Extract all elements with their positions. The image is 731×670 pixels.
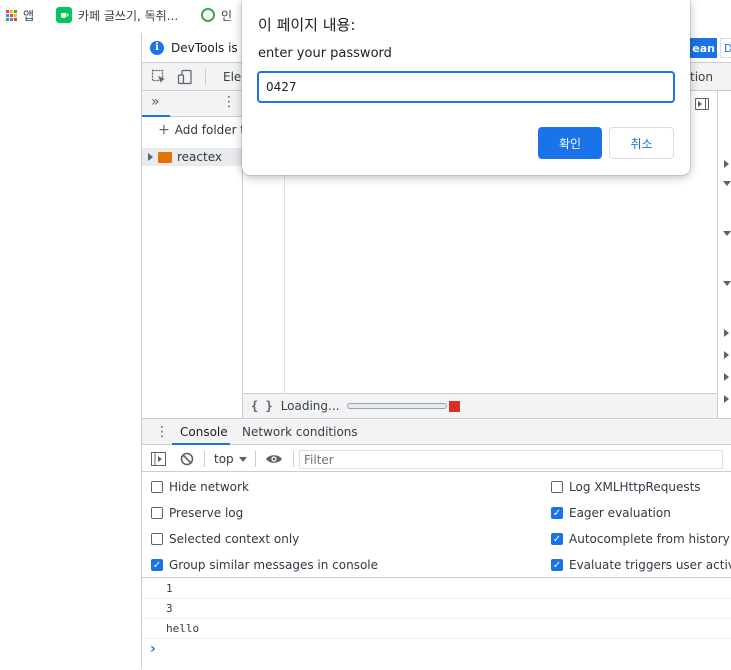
info-icon: i bbox=[150, 40, 164, 55]
folder-row[interactable]: reactex bbox=[142, 148, 242, 166]
checkbox-label: Eager evaluation bbox=[569, 506, 671, 520]
checkbox-box[interactable]: ✓ bbox=[551, 533, 563, 545]
console-message: hello bbox=[142, 619, 731, 639]
toolbar-divider bbox=[293, 451, 294, 467]
chevron-right-icon bbox=[148, 153, 153, 161]
sidebar-chevron-right-icon[interactable] bbox=[724, 351, 729, 359]
checkbox-box[interactable] bbox=[151, 533, 163, 545]
naver-cafe-icon bbox=[56, 7, 72, 23]
ok-button[interactable]: 확인 bbox=[538, 127, 602, 159]
infobar-action-button[interactable]: ean bbox=[687, 38, 717, 58]
dialog-message: enter your password bbox=[258, 46, 392, 61]
checkbox-box[interactable]: ✓ bbox=[151, 559, 163, 571]
console-message: 3 bbox=[142, 599, 731, 619]
console-message: 1 bbox=[142, 579, 731, 599]
sidebar-chevron-down-icon[interactable] bbox=[723, 181, 731, 186]
hide-network-checkbox[interactable]: Hide network bbox=[151, 479, 249, 495]
console-settings: Hide network Preserve log Selected conte… bbox=[142, 472, 731, 578]
stop-icon[interactable] bbox=[449, 400, 461, 412]
infobar-secondary-button[interactable]: D bbox=[720, 38, 731, 58]
dropdown-arrow-icon bbox=[238, 456, 247, 462]
checkbox-label: Selected context only bbox=[169, 532, 300, 546]
tab-network-conditions[interactable]: Network conditions bbox=[242, 419, 358, 445]
prompt-dialog: 이 페이지 내용: enter your password 확인 취소 bbox=[242, 0, 690, 175]
dialog-title: 이 페이지 내용: bbox=[258, 16, 356, 34]
group-similar-checkbox[interactable]: ✓ Group similar messages in console bbox=[151, 557, 378, 573]
eye-icon[interactable] bbox=[265, 453, 283, 465]
tab-console[interactable]: Console bbox=[180, 419, 228, 445]
show-sidebar-icon[interactable] bbox=[151, 452, 166, 466]
checkbox-label: Evaluate triggers user activation bbox=[569, 558, 731, 572]
more-tabs-icon[interactable]: » bbox=[151, 94, 160, 110]
add-folder-button[interactable]: + Add folder to bbox=[158, 123, 252, 137]
console-filter-input[interactable] bbox=[299, 450, 723, 469]
folder-icon bbox=[158, 151, 172, 163]
devtools-drawer: ⋮ Console Network conditions top Filter … bbox=[142, 418, 731, 669]
bookmark-apps[interactable]: 앱 bbox=[6, 5, 34, 25]
editor-statusbar: { } Loading... bbox=[243, 393, 717, 418]
toolbar-divider bbox=[255, 451, 256, 467]
preserve-log-checkbox[interactable]: Preserve log bbox=[151, 505, 243, 521]
cancel-button[interactable]: 취소 bbox=[609, 127, 674, 159]
context-value: top bbox=[214, 452, 234, 466]
folder-name: reactex bbox=[177, 150, 222, 164]
context-selector[interactable]: top bbox=[214, 452, 247, 466]
bookmark-site-icon bbox=[201, 8, 215, 22]
checkbox-label: Log XMLHttpRequests bbox=[569, 480, 701, 494]
drawer-tabbar: ⋮ Console Network conditions bbox=[142, 419, 731, 445]
prompt-chevron-icon: › bbox=[150, 641, 156, 657]
bookmark-item-label: 인 bbox=[221, 8, 233, 23]
log-xhr-checkbox[interactable]: Log XMLHttpRequests bbox=[551, 479, 701, 495]
active-tab-indicator bbox=[172, 443, 230, 445]
clear-console-icon[interactable] bbox=[180, 452, 194, 466]
checkbox-label: Hide network bbox=[169, 480, 249, 494]
sidebar-chevron-down-icon[interactable] bbox=[723, 231, 731, 236]
loading-progress-bar bbox=[347, 403, 448, 409]
debugger-sidebar bbox=[695, 91, 731, 418]
bookmark-apps-label: 앱 bbox=[23, 8, 35, 23]
inspect-element-icon[interactable] bbox=[151, 69, 167, 85]
toolbar-divider bbox=[204, 451, 205, 467]
navigator-tabbar: » ⋮ bbox=[142, 91, 242, 117]
sidebar-toggle-icon[interactable] bbox=[695, 98, 709, 110]
plus-icon: + bbox=[158, 122, 170, 138]
bookmark-cafe[interactable]: 카페 글쓰기, 독취... bbox=[56, 5, 178, 25]
checkbox-box[interactable] bbox=[151, 507, 163, 519]
selected-context-checkbox[interactable]: Selected context only bbox=[151, 531, 299, 547]
eager-evaluation-checkbox[interactable]: ✓ Eager evaluation bbox=[551, 505, 671, 521]
checkbox-box[interactable] bbox=[551, 481, 563, 493]
sidebar-chevron-right-icon[interactable] bbox=[724, 329, 729, 337]
active-tab-indicator bbox=[142, 115, 170, 117]
navigator-menu-icon[interactable]: ⋮ bbox=[222, 94, 236, 110]
add-folder-label: Add folder to bbox=[174, 123, 253, 137]
checkbox-label: Preserve log bbox=[169, 506, 244, 520]
device-toolbar-icon[interactable] bbox=[177, 69, 193, 85]
bookmark-cafe-label: 카페 글쓰기, 독취... bbox=[78, 8, 179, 23]
sources-navigator: » ⋮ + Add folder to reactex bbox=[142, 91, 252, 418]
bookmark-item[interactable]: 인 bbox=[201, 5, 232, 25]
checkbox-label: Autocomplete from history bbox=[569, 532, 730, 546]
sidebar-chevron-right-icon[interactable] bbox=[724, 160, 729, 168]
sidebar-chevron-right-icon[interactable] bbox=[724, 373, 729, 381]
drawer-menu-icon[interactable]: ⋮ bbox=[155, 424, 169, 440]
apps-grid-icon bbox=[6, 9, 17, 21]
sidebar-chevron-down-icon[interactable] bbox=[723, 281, 731, 286]
evaluate-triggers-checkbox[interactable]: ✓ Evaluate triggers user activation bbox=[551, 557, 731, 573]
autocomplete-history-checkbox[interactable]: ✓ Autocomplete from history bbox=[551, 531, 730, 547]
password-input[interactable] bbox=[257, 71, 675, 103]
checkbox-box[interactable]: ✓ bbox=[551, 507, 563, 519]
checkbox-box[interactable]: ✓ bbox=[551, 559, 563, 571]
checkbox-label: Group similar messages in console bbox=[169, 558, 378, 572]
toolbar-divider bbox=[205, 69, 206, 85]
tab-application[interactable]: tion bbox=[690, 70, 713, 84]
loading-label: Loading... bbox=[280, 399, 340, 413]
sidebar-chevron-right-icon[interactable] bbox=[724, 395, 729, 403]
console-toolbar: top bbox=[142, 446, 731, 472]
console-prompt[interactable]: › bbox=[142, 639, 731, 659]
console-messages: 1 3 hello › bbox=[142, 579, 731, 670]
checkbox-box[interactable] bbox=[151, 481, 163, 493]
pretty-print-icon[interactable]: { } bbox=[251, 399, 273, 413]
